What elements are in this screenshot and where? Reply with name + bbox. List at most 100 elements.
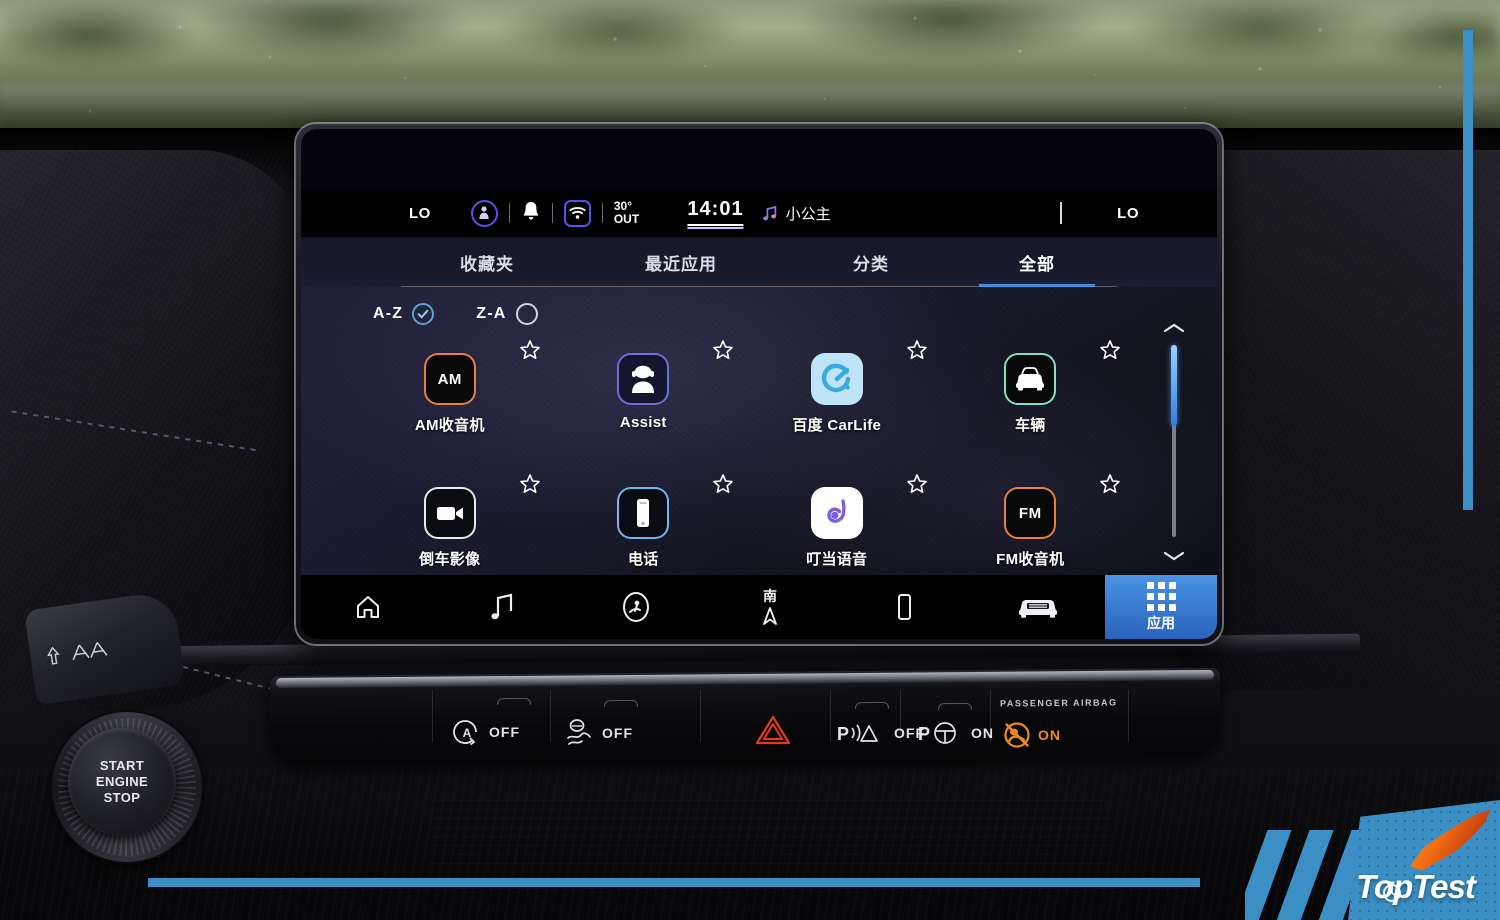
tab-recent-apps[interactable]: 最近应用 xyxy=(601,237,761,287)
outside-temperature: 30° OUT xyxy=(613,198,640,226)
status-divider xyxy=(551,203,553,223)
windshield-wiper-icon xyxy=(72,642,108,661)
park-assist-button[interactable]: P ON xyxy=(916,716,994,750)
svg-text:A: A xyxy=(463,726,472,740)
app-label: AM收音机 xyxy=(414,417,485,434)
baidu-carlife-icon xyxy=(810,353,863,405)
favorite-star-icon[interactable] xyxy=(1099,473,1121,495)
app-tile-dingdang-voice[interactable]: 叮当语音 xyxy=(740,473,934,589)
occupant-seat-icon[interactable] xyxy=(470,199,498,227)
now-playing[interactable]: 小公主 xyxy=(762,203,831,224)
infotainment-head-unit: LO 30° OUT 14:01 小公主 LO 收藏夹 最近应用 分类 全部 A… xyxy=(296,124,1222,644)
park-assist-icon: P xyxy=(918,722,956,744)
app-label: 叮当语音 xyxy=(806,551,868,568)
passenger-airbag-indicator: ON xyxy=(1003,718,1061,752)
traction-control-icon xyxy=(567,719,591,745)
button-separator xyxy=(1128,689,1129,743)
status-bar-center-group: 14:01 小公主 xyxy=(687,198,831,229)
scrollbar-track[interactable] xyxy=(1171,345,1177,537)
favorite-star-icon[interactable] xyxy=(906,473,928,495)
ignition-assembly: RUN START ENGINE STOP xyxy=(24,590,230,862)
app-tile-baidu-carlife[interactable]: 百度 CarLife xyxy=(740,339,934,455)
fm-radio-icon-text: FM xyxy=(1018,504,1042,522)
park-sensor-icon: P xyxy=(837,724,878,744)
climate-face-icon xyxy=(623,592,649,622)
svg-text:P: P xyxy=(918,724,930,744)
music-note-icon xyxy=(491,593,513,620)
am-radio-icon: AM xyxy=(423,353,476,405)
favorite-star-icon[interactable] xyxy=(519,339,541,361)
status-divider xyxy=(601,203,603,223)
sort-za-label: Z-A xyxy=(476,305,507,322)
sort-az-option[interactable]: A-Z xyxy=(373,303,435,325)
app-tile-am-radio[interactable]: AM AM收音机 xyxy=(353,339,547,455)
app-label: 电话 xyxy=(627,551,659,568)
app-tile-vehicle[interactable]: 车辆 xyxy=(934,339,1128,455)
empty-circle-icon xyxy=(515,303,538,325)
chevron-down-icon[interactable] xyxy=(1163,549,1185,561)
scrollbar-thumb[interactable] xyxy=(1171,345,1177,426)
auto-start-stop-icon: A xyxy=(453,720,477,746)
favorite-star-icon[interactable] xyxy=(712,339,734,361)
bell-icon[interactable] xyxy=(521,200,541,227)
traction-control-button[interactable]: OFF xyxy=(563,716,633,750)
park-sensor-button[interactable]: P OFF xyxy=(835,716,925,750)
sort-za-option[interactable]: Z-A xyxy=(476,303,538,325)
favorite-star-icon[interactable] xyxy=(1099,339,1121,361)
tab-all[interactable]: 全部 xyxy=(977,237,1097,287)
dashboard-right-texture xyxy=(1180,150,1500,690)
infotainment-screen[interactable]: LO 30° OUT 14:01 小公主 LO 收藏夹 最近应用 分类 全部 A… xyxy=(301,129,1217,639)
sort-az-label: A-Z xyxy=(373,305,404,322)
brand-horizontal-line xyxy=(148,878,1200,887)
hazard-lights-button[interactable] xyxy=(755,713,791,747)
music-note-icon xyxy=(763,205,777,220)
chevron-up-icon[interactable] xyxy=(1163,321,1185,333)
vehicle-car-icon xyxy=(1004,353,1057,405)
auto-start-stop-button[interactable]: A OFF xyxy=(452,715,520,749)
sort-controls: A-Z Z-A xyxy=(373,303,538,325)
favorite-star-icon[interactable] xyxy=(712,473,734,495)
app-tile-assist[interactable]: Assist xyxy=(547,339,741,455)
wifi-icon[interactable] xyxy=(563,199,591,227)
driver-temp-label[interactable]: LO xyxy=(409,205,431,222)
dingdang-voice-icon xyxy=(810,487,863,539)
tab-categories[interactable]: 分类 xyxy=(801,237,941,287)
app-label: FM收音机 xyxy=(996,551,1065,568)
hazard-triangle-icon xyxy=(755,715,791,745)
assist-person-icon xyxy=(617,353,670,405)
app-label: 倒车影像 xyxy=(419,551,481,568)
app-grid: AM AM收音机 Assist 百度 CarLife 车辆 倒车影像 电话 叮当… xyxy=(353,339,1127,589)
app-grid-scrollbar[interactable] xyxy=(1157,321,1191,561)
auto-start-stop-state: OFF xyxy=(489,724,520,740)
category-tab-bar: 收藏夹 最近应用 分类 全部 xyxy=(301,237,1217,287)
passenger-temp-label[interactable]: LO xyxy=(1117,205,1139,222)
passenger-airbag-state: ON xyxy=(1038,727,1061,743)
app-tile-rear-camera[interactable]: 倒车影像 xyxy=(353,473,547,589)
button-tab xyxy=(497,697,531,706)
app-drawer: A-Z Z-A AM AM收音机 Assist 百度 CarLife 车辆 倒车… xyxy=(301,287,1217,575)
park-assist-state: ON xyxy=(971,725,994,741)
watermark-text: TopTest xyxy=(1356,868,1476,905)
outside-temp-value: 30° xyxy=(613,198,632,213)
engine-label: ENGINE xyxy=(95,774,149,790)
navigation-compass-icon: 南 xyxy=(760,589,780,626)
tab-favorites[interactable]: 收藏夹 xyxy=(407,237,567,287)
clock[interactable]: 14:01 xyxy=(687,198,744,229)
traction-control-state: OFF xyxy=(602,725,633,741)
favorite-star-icon[interactable] xyxy=(906,339,928,361)
outside-temp-suffix: OUT xyxy=(613,212,640,226)
favorite-star-icon[interactable] xyxy=(519,473,541,495)
button-separator xyxy=(432,689,433,743)
button-tab xyxy=(938,702,972,711)
media-title: 小公主 xyxy=(785,205,831,223)
app-tile-fm-radio[interactable]: FM FM收音机 xyxy=(934,473,1128,589)
app-tile-phone[interactable]: 电话 xyxy=(547,473,741,589)
status-bar-left-group: LO 30° OUT xyxy=(409,198,640,227)
button-separator xyxy=(550,689,551,743)
status-divider xyxy=(1060,202,1062,224)
button-separator xyxy=(700,689,701,743)
status-bar: LO 30° OUT 14:01 小公主 LO xyxy=(301,189,1217,237)
phone-handset-icon xyxy=(617,487,670,539)
start-engine-stop-button[interactable]: START ENGINE STOP xyxy=(68,728,176,836)
compass-direction: 南 xyxy=(763,587,777,604)
